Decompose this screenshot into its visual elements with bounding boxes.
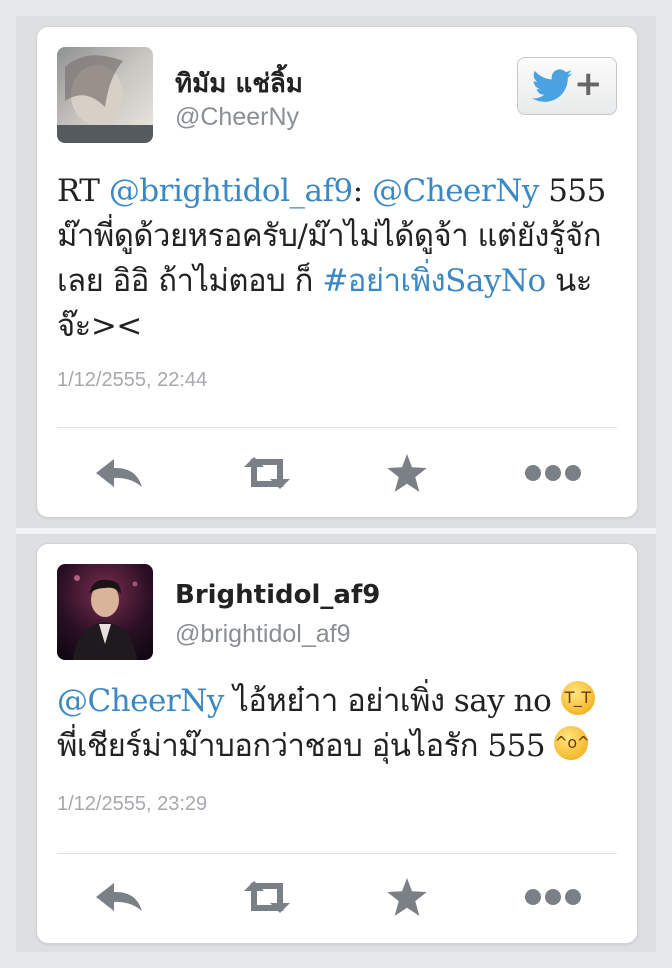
tweet-actions bbox=[37, 443, 637, 503]
retweet-icon bbox=[244, 457, 290, 489]
tweet-text-part: ไอ้หย๋าา อย่าเพิ่ง say no bbox=[223, 683, 561, 719]
avatar[interactable] bbox=[57, 564, 153, 660]
more-button[interactable] bbox=[523, 453, 583, 493]
star-icon bbox=[387, 878, 427, 916]
more-button[interactable] bbox=[523, 877, 583, 917]
divider bbox=[57, 853, 617, 854]
mention-link[interactable]: @CheerNy bbox=[372, 173, 539, 209]
tweet-card: Brightidol_af9 @brightidol_af9 @CheerNy … bbox=[36, 543, 638, 944]
retweet-icon bbox=[244, 881, 290, 913]
retweet-button[interactable] bbox=[237, 453, 297, 493]
display-name[interactable]: ทิมัม แช่ลิ้ม bbox=[175, 63, 303, 104]
twitter-bird-icon bbox=[532, 69, 572, 102]
crying-emoji-icon: T_T bbox=[560, 681, 595, 715]
reply-icon bbox=[96, 459, 142, 487]
divider bbox=[57, 427, 617, 428]
favorite-button[interactable] bbox=[377, 453, 437, 493]
tweet-text-part: พี่เชียร์ม่าม๊าบอกว่าชอบ อุ่นไอรัก 555 bbox=[57, 728, 555, 764]
mention-link[interactable]: @CheerNy bbox=[57, 683, 224, 719]
tweet-timestamp[interactable]: 1/12/2555, 23:29 bbox=[57, 793, 207, 816]
tweet-text: RT @brightidol_af9: @CheerNy 555 ม๊าพี่ด… bbox=[57, 169, 617, 349]
user-handle[interactable]: @CheerNy bbox=[175, 103, 299, 132]
reply-button[interactable] bbox=[89, 877, 149, 917]
tweet-text-part: : bbox=[352, 173, 373, 209]
reply-button[interactable] bbox=[89, 453, 149, 493]
reply-icon bbox=[96, 883, 142, 911]
star-icon bbox=[387, 454, 427, 492]
laughing-emoji-icon: ^o^ bbox=[554, 726, 590, 760]
display-name[interactable]: Brightidol_af9 bbox=[175, 580, 380, 610]
tweet-actions bbox=[37, 867, 637, 927]
more-icon bbox=[525, 465, 581, 481]
follow-plus-label: + bbox=[574, 64, 603, 104]
mention-link[interactable]: @brightidol_af9 bbox=[109, 173, 353, 209]
follow-button[interactable]: + bbox=[517, 57, 617, 115]
tweet-card: ทิมัม แช่ลิ้ม @CheerNy + RT @brightidol_… bbox=[36, 26, 638, 518]
avatar[interactable] bbox=[57, 47, 153, 143]
more-icon bbox=[525, 889, 581, 905]
tweet-text: @CheerNy ไอ้หย๋าา อย่าเพิ่ง say no T_T พี… bbox=[57, 679, 617, 769]
hashtag-link[interactable]: #อย่าเพิ่งSayNo bbox=[322, 263, 546, 299]
favorite-button[interactable] bbox=[377, 877, 437, 917]
tweet-timestamp[interactable]: 1/12/2555, 22:44 bbox=[57, 369, 207, 392]
user-handle[interactable]: @brightidol_af9 bbox=[175, 620, 351, 649]
retweet-button[interactable] bbox=[237, 877, 297, 917]
card-separator bbox=[16, 528, 656, 534]
tweet-text-part: RT bbox=[57, 173, 109, 209]
